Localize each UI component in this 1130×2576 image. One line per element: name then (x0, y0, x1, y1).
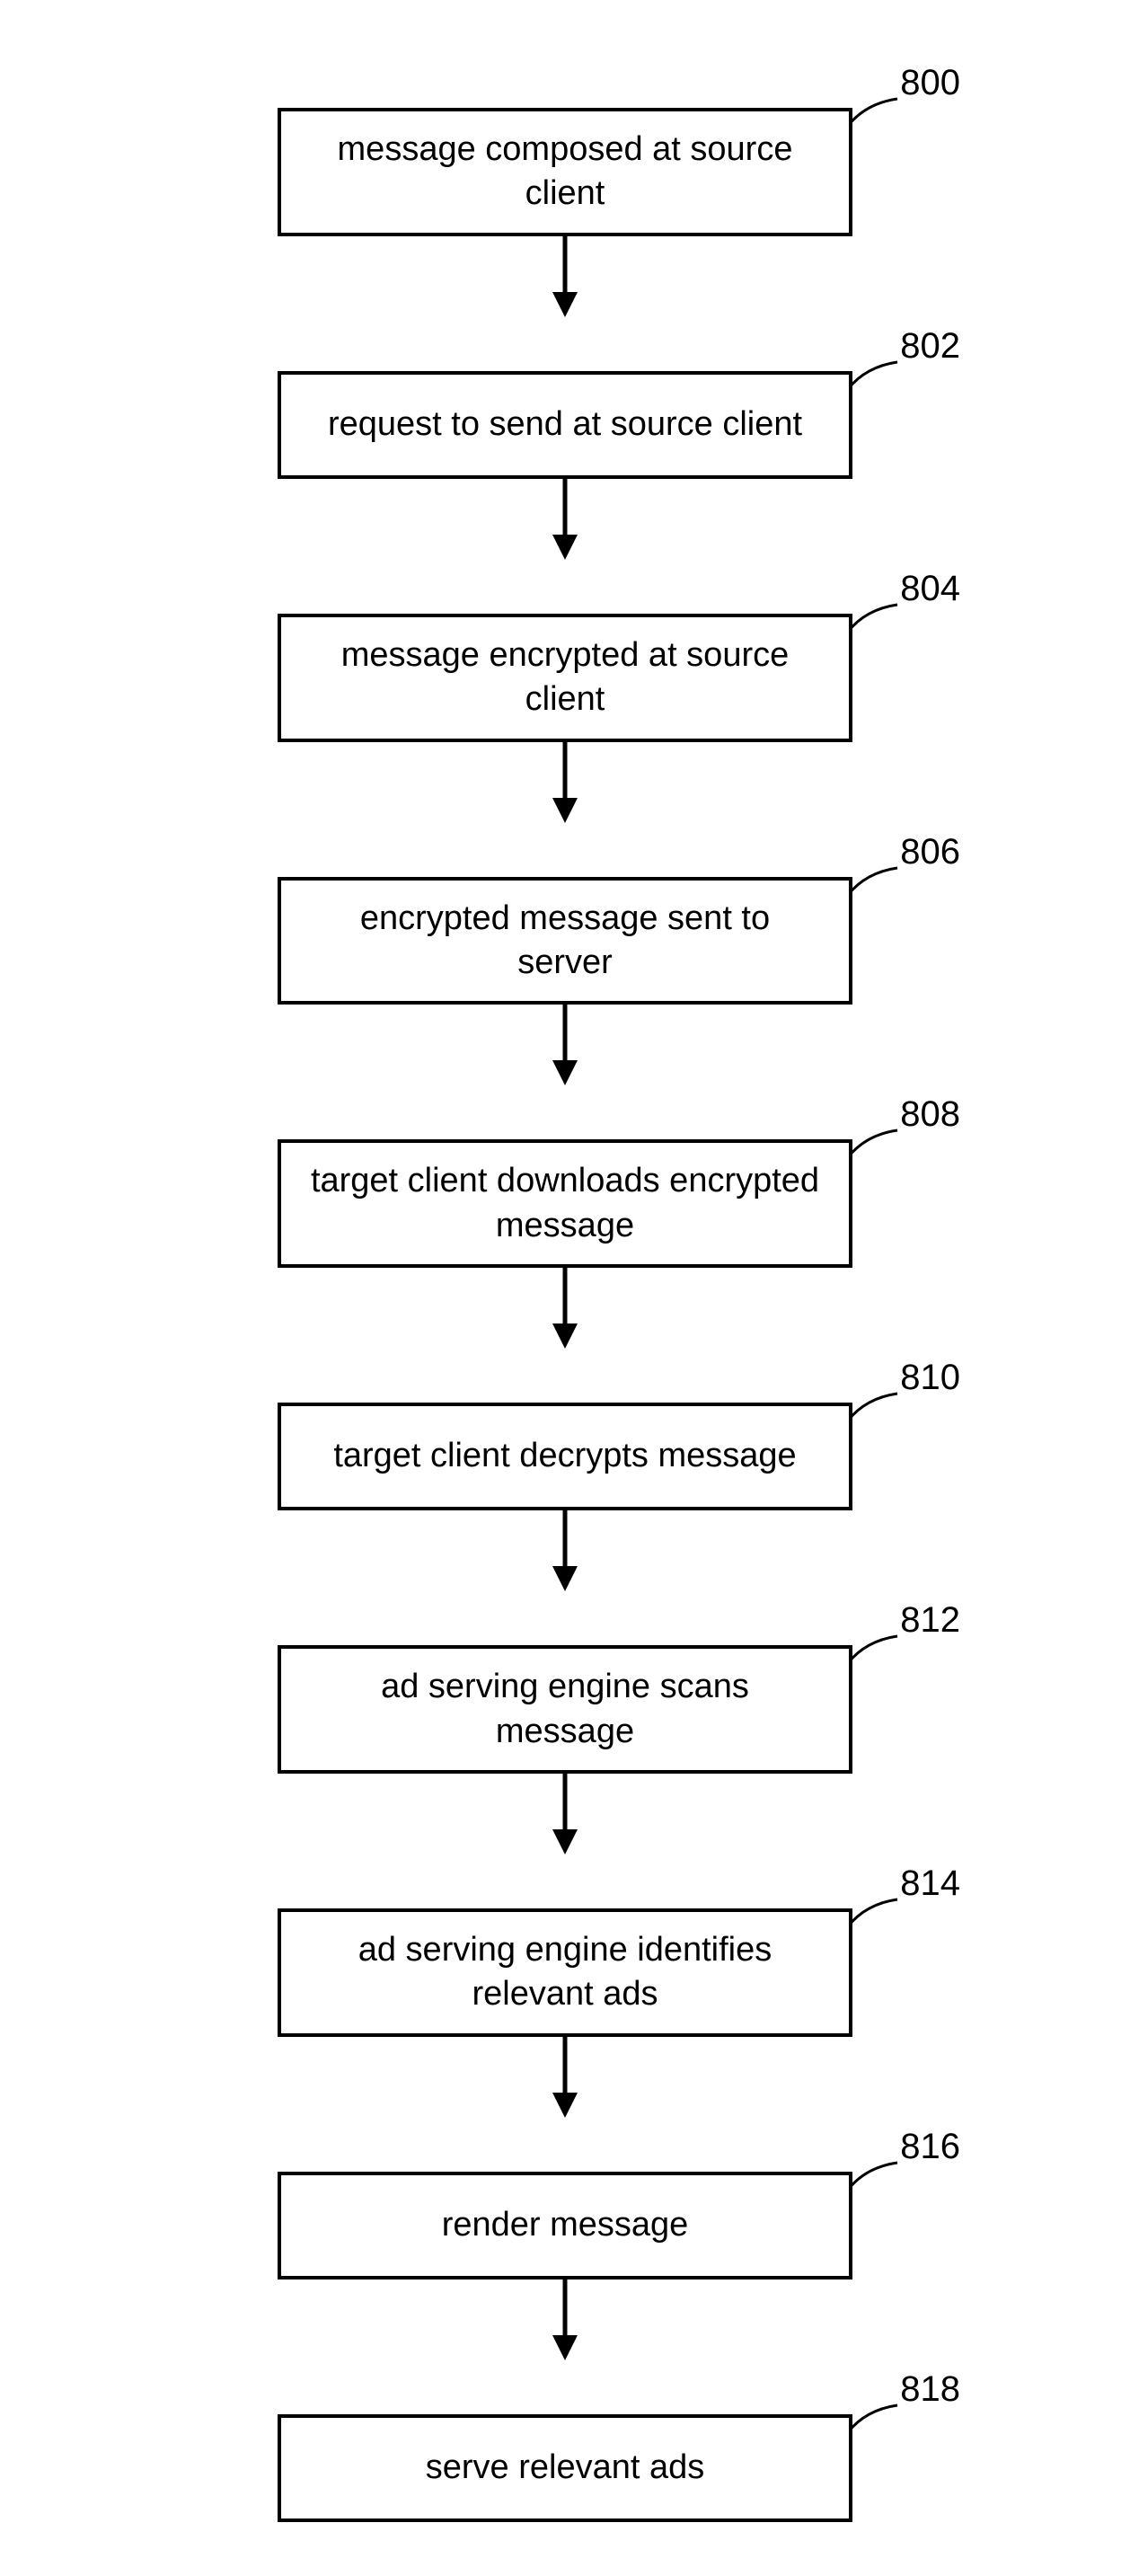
flow-step: 808 target client downloads encrypted me… (278, 1085, 852, 1268)
flow-step: 802 request to send at source client (278, 317, 852, 479)
flow-step: 814 ad serving engine identifies relevan… (278, 1855, 852, 2037)
step-ref-number: 812 (900, 1600, 960, 1641)
process-box: ad serving engine identifies relevant ad… (278, 1908, 852, 2037)
leader-line (848, 868, 902, 895)
step-ref-number: 810 (900, 1358, 960, 1398)
process-box: request to send at source client (278, 371, 852, 479)
label-row: 806 (278, 823, 852, 877)
leader-line (848, 1394, 902, 1421)
flow-step: 816 render message (278, 2118, 852, 2279)
leader-line (848, 1636, 902, 1663)
step-ref-number: 800 (900, 63, 960, 103)
label-row: 818 (278, 2360, 852, 2414)
label-row: 808 (278, 1085, 852, 1139)
process-text: message composed at source client (308, 128, 822, 217)
process-text: request to send at source client (328, 403, 802, 447)
step-ref-number: 804 (900, 569, 960, 609)
leader-line (848, 605, 902, 632)
arrow-down-icon (547, 1774, 583, 1855)
flow-step: 804 message encrypted at source client (278, 560, 852, 742)
leader-line (848, 1899, 902, 1926)
flow-step: 818 serve relevant ads (278, 2360, 852, 2522)
leader-line (848, 2163, 902, 2190)
leader-line (848, 1130, 902, 1157)
arrow-down-icon (547, 1510, 583, 1591)
step-ref-number: 814 (900, 1863, 960, 1904)
flow-step: 806 encrypted message sent to server (278, 823, 852, 1005)
arrow-down-icon (547, 2279, 583, 2360)
arrow-down-icon (547, 479, 583, 560)
process-box: target client downloads encrypted messag… (278, 1139, 852, 1268)
leader-line (848, 2405, 902, 2432)
process-box: message composed at source client (278, 108, 852, 236)
process-text: ad serving engine identifies relevant ad… (308, 1928, 822, 2017)
process-box: render message (278, 2172, 852, 2279)
process-text: render message (442, 2203, 689, 2247)
label-row: 816 (278, 2118, 852, 2172)
label-row: 804 (278, 560, 852, 614)
step-ref-number: 816 (900, 2127, 960, 2167)
arrow-down-icon (547, 1268, 583, 1349)
process-box: ad serving engine scans message (278, 1645, 852, 1774)
process-box: target client decrypts message (278, 1403, 852, 1510)
arrow-down-icon (547, 2037, 583, 2118)
step-ref-number: 808 (900, 1094, 960, 1135)
step-ref-number: 818 (900, 2369, 960, 2410)
process-text: ad serving engine scans message (308, 1665, 822, 1754)
flow-step: 800 message composed at source client (278, 54, 852, 236)
flow-step: 810 target client decrypts message (278, 1349, 852, 1510)
arrow-down-icon (547, 742, 583, 823)
step-ref-number: 806 (900, 832, 960, 872)
process-box: encrypted message sent to server (278, 877, 852, 1005)
process-text: target client downloads encrypted messag… (308, 1159, 822, 1248)
leader-line (848, 362, 902, 389)
label-row: 810 (278, 1349, 852, 1403)
label-row: 802 (278, 317, 852, 371)
process-text: serve relevant ads (426, 2446, 705, 2490)
arrow-down-icon (547, 236, 583, 317)
process-text: message encrypted at source client (308, 633, 822, 722)
flowchart-container: 800 message composed at source client 80… (0, 54, 1130, 2522)
process-text: encrypted message sent to server (308, 897, 822, 986)
flow-step: 812 ad serving engine scans message (278, 1591, 852, 1774)
process-box: message encrypted at source client (278, 614, 852, 742)
process-text: target client decrypts message (333, 1434, 796, 1478)
label-row: 814 (278, 1855, 852, 1908)
step-ref-number: 802 (900, 326, 960, 367)
arrow-down-icon (547, 1005, 583, 1085)
leader-line (848, 99, 902, 126)
label-row: 812 (278, 1591, 852, 1645)
process-box: serve relevant ads (278, 2414, 852, 2522)
label-row: 800 (278, 54, 852, 108)
